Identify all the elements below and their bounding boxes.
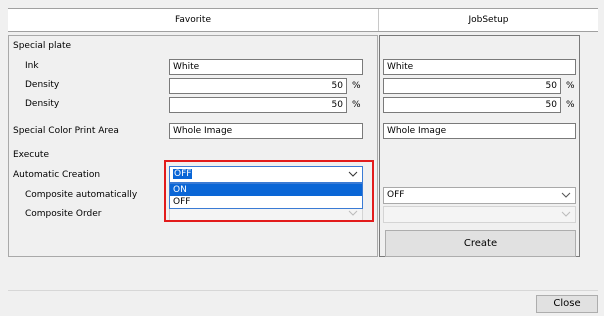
jobsetup-print-area-field[interactable]: Whole Image — [383, 123, 576, 139]
percent-unit: % — [352, 100, 361, 110]
automatic-creation-options: ON OFF — [169, 183, 363, 209]
chevron-down-icon — [561, 191, 571, 199]
create-button[interactable]: Create — [385, 230, 576, 257]
chevron-down-icon — [561, 210, 571, 218]
jobsetup-composite-order-select — [383, 206, 576, 223]
option-on[interactable]: ON — [170, 184, 362, 196]
automatic-creation-value: OFF — [173, 169, 193, 179]
composite-order-label: Composite Order — [25, 209, 102, 219]
favorite-ink-field[interactable]: White — [169, 59, 363, 75]
density1-label: Density — [25, 80, 60, 90]
jobsetup-density1-field[interactable]: 50 — [383, 78, 561, 94]
close-button[interactable]: Close — [536, 295, 598, 313]
jobsetup-density2-field[interactable]: 50 — [383, 97, 561, 113]
column-header: Favorite JobSetup — [8, 8, 598, 32]
favorite-print-area-field[interactable]: Whole Image — [169, 123, 363, 139]
density2-label: Density — [25, 99, 60, 109]
special-plate-label: Special plate — [13, 41, 72, 51]
jobsetup-composite-auto-select[interactable]: OFF — [383, 187, 576, 204]
percent-unit: % — [352, 81, 361, 91]
footer-divider — [8, 290, 598, 291]
print-area-label: Special Color Print Area — [13, 126, 119, 136]
percent-unit: % — [566, 81, 575, 91]
header-favorite: Favorite — [175, 15, 211, 25]
header-jobsetup: JobSetup — [468, 15, 509, 25]
automatic-creation-label: Automatic Creation — [13, 170, 101, 180]
jobsetup-ink-field[interactable]: White — [383, 59, 576, 75]
favorite-density1-field[interactable]: 50 — [169, 78, 347, 94]
composite-automatically-label: Composite automatically — [25, 190, 138, 200]
automatic-creation-select[interactable]: OFF — [169, 166, 363, 183]
percent-unit: % — [566, 100, 575, 110]
jobsetup-composite-auto-value: OFF — [387, 190, 405, 200]
option-off[interactable]: OFF — [170, 196, 362, 208]
chevron-down-icon[interactable] — [348, 170, 358, 178]
favorite-density2-field[interactable]: 50 — [169, 97, 347, 113]
ink-label: Ink — [25, 61, 39, 71]
execute-label: Execute — [13, 150, 49, 160]
